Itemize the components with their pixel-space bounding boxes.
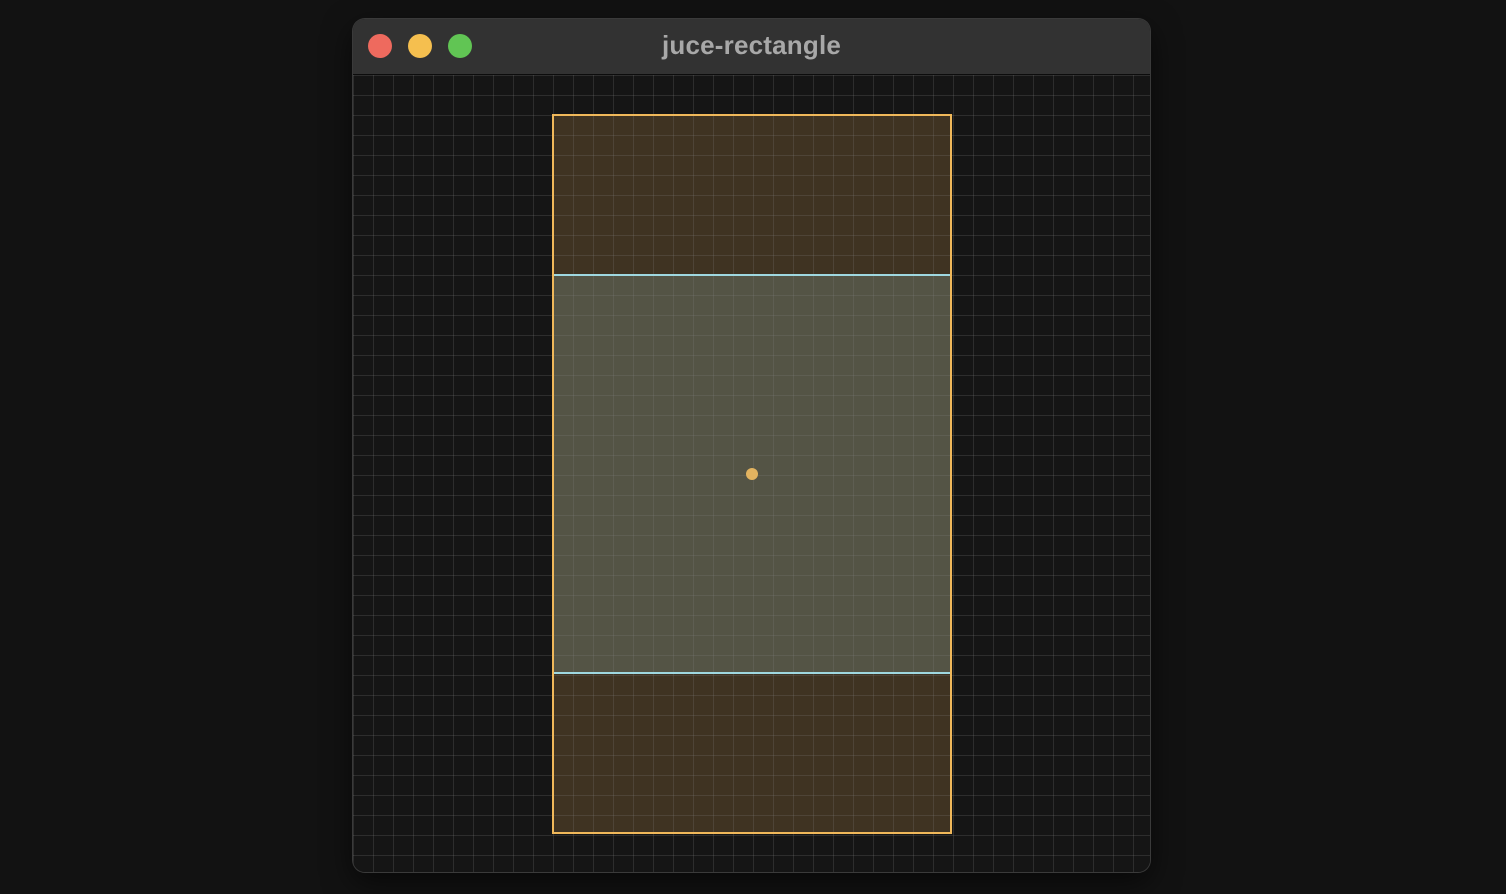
drawing-canvas[interactable] [353,75,1150,872]
center-point[interactable] [746,468,758,480]
title-bar[interactable]: juce-rectangle [353,19,1150,75]
window-title: juce-rectangle [661,30,842,60]
canvas-svg [353,75,1150,872]
app-window: juce-rectangle [353,19,1150,872]
